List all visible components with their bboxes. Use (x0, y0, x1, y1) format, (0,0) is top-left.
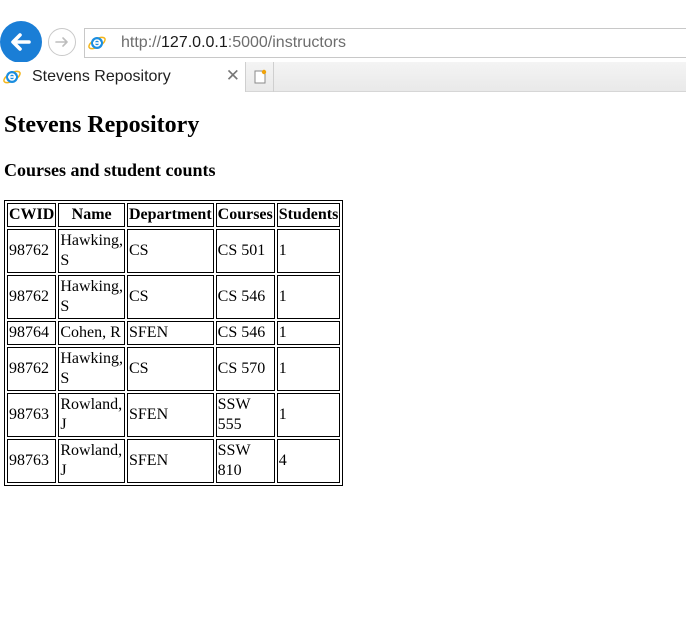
cell-department: SFEN (127, 321, 214, 345)
cell-course: CS 546 (215, 321, 275, 345)
cell-name: Rowland, J (58, 439, 125, 483)
cell-department: CS (127, 229, 214, 273)
cell-course: CS 501 (215, 229, 275, 273)
back-button[interactable] (0, 21, 42, 63)
column-header-name: Name (58, 203, 125, 227)
cell-cwid: 98764 (7, 321, 57, 345)
cell-cwid: 98763 (7, 393, 57, 437)
cell-students: 1 (276, 393, 341, 437)
cell-students: 4 (276, 439, 341, 483)
instructors-table: CWID Name Department Courses Students 98… (4, 200, 344, 486)
cell-cwid: 98762 (7, 347, 57, 391)
new-tab-icon (254, 69, 266, 84)
cell-department: SFEN (127, 439, 214, 483)
cell-name: Cohen, R (58, 321, 125, 345)
cell-course: SSW 555 (215, 393, 275, 437)
cell-cwid: 98762 (7, 229, 57, 273)
table-row: 98763 Rowland, J SFEN SSW 555 1 (7, 393, 341, 437)
back-arrow-icon (11, 33, 31, 51)
browser-toolbar: http://127.0.0.1:5000/instructors (0, 0, 686, 63)
ie-logo-icon (88, 34, 106, 52)
cell-students: 1 (276, 347, 341, 391)
forward-button[interactable] (48, 28, 76, 56)
table-row: 98763 Rowland, J SFEN SSW 810 4 (7, 439, 341, 483)
table-header-row: CWID Name Department Courses Students (7, 203, 341, 227)
close-tab-icon[interactable]: ✕ (226, 66, 240, 86)
ie-favicon-icon (3, 68, 21, 86)
tab-stevens-repository[interactable]: Stevens Repository ✕ (0, 62, 246, 92)
cell-name: Rowland, J (58, 393, 125, 437)
cell-name: Hawking, S (58, 347, 125, 391)
cell-students: 1 (276, 275, 341, 319)
page-title: Stevens Repository (4, 112, 200, 138)
table-row: 98762 Hawking, S CS CS 501 1 (7, 229, 341, 273)
cell-department: CS (127, 275, 214, 319)
table-row: 98762 Hawking, S CS CS 546 1 (7, 275, 341, 319)
forward-arrow-icon (55, 37, 68, 47)
address-bar[interactable]: http://127.0.0.1:5000/instructors (84, 28, 686, 58)
cell-cwid: 98763 (7, 439, 57, 483)
cell-name: Hawking, S (58, 275, 125, 319)
cell-name: Hawking, S (58, 229, 125, 273)
cell-course: SSW 810 (215, 439, 275, 483)
cell-cwid: 98762 (7, 275, 57, 319)
cell-department: SFEN (127, 393, 214, 437)
column-header-department: Department (127, 203, 214, 227)
url-text: http://127.0.0.1:5000/instructors (121, 34, 347, 51)
cell-students: 1 (276, 229, 341, 273)
table-row: 98762 Hawking, S CS CS 570 1 (7, 347, 341, 391)
cell-course: CS 546 (215, 275, 275, 319)
page-subtitle: Courses and student counts (4, 160, 216, 180)
cell-department: CS (127, 347, 214, 391)
tab-title: Stevens Repository (32, 68, 171, 85)
table-row: 98764 Cohen, R SFEN CS 546 1 (7, 321, 341, 345)
column-header-students: Students (276, 203, 341, 227)
column-header-courses: Courses (215, 203, 275, 227)
tab-strip: Stevens Repository ✕ (0, 62, 686, 92)
cell-course: CS 570 (215, 347, 275, 391)
column-header-cwid: CWID (7, 203, 57, 227)
new-tab-button[interactable] (246, 62, 274, 92)
cell-students: 1 (276, 321, 341, 345)
